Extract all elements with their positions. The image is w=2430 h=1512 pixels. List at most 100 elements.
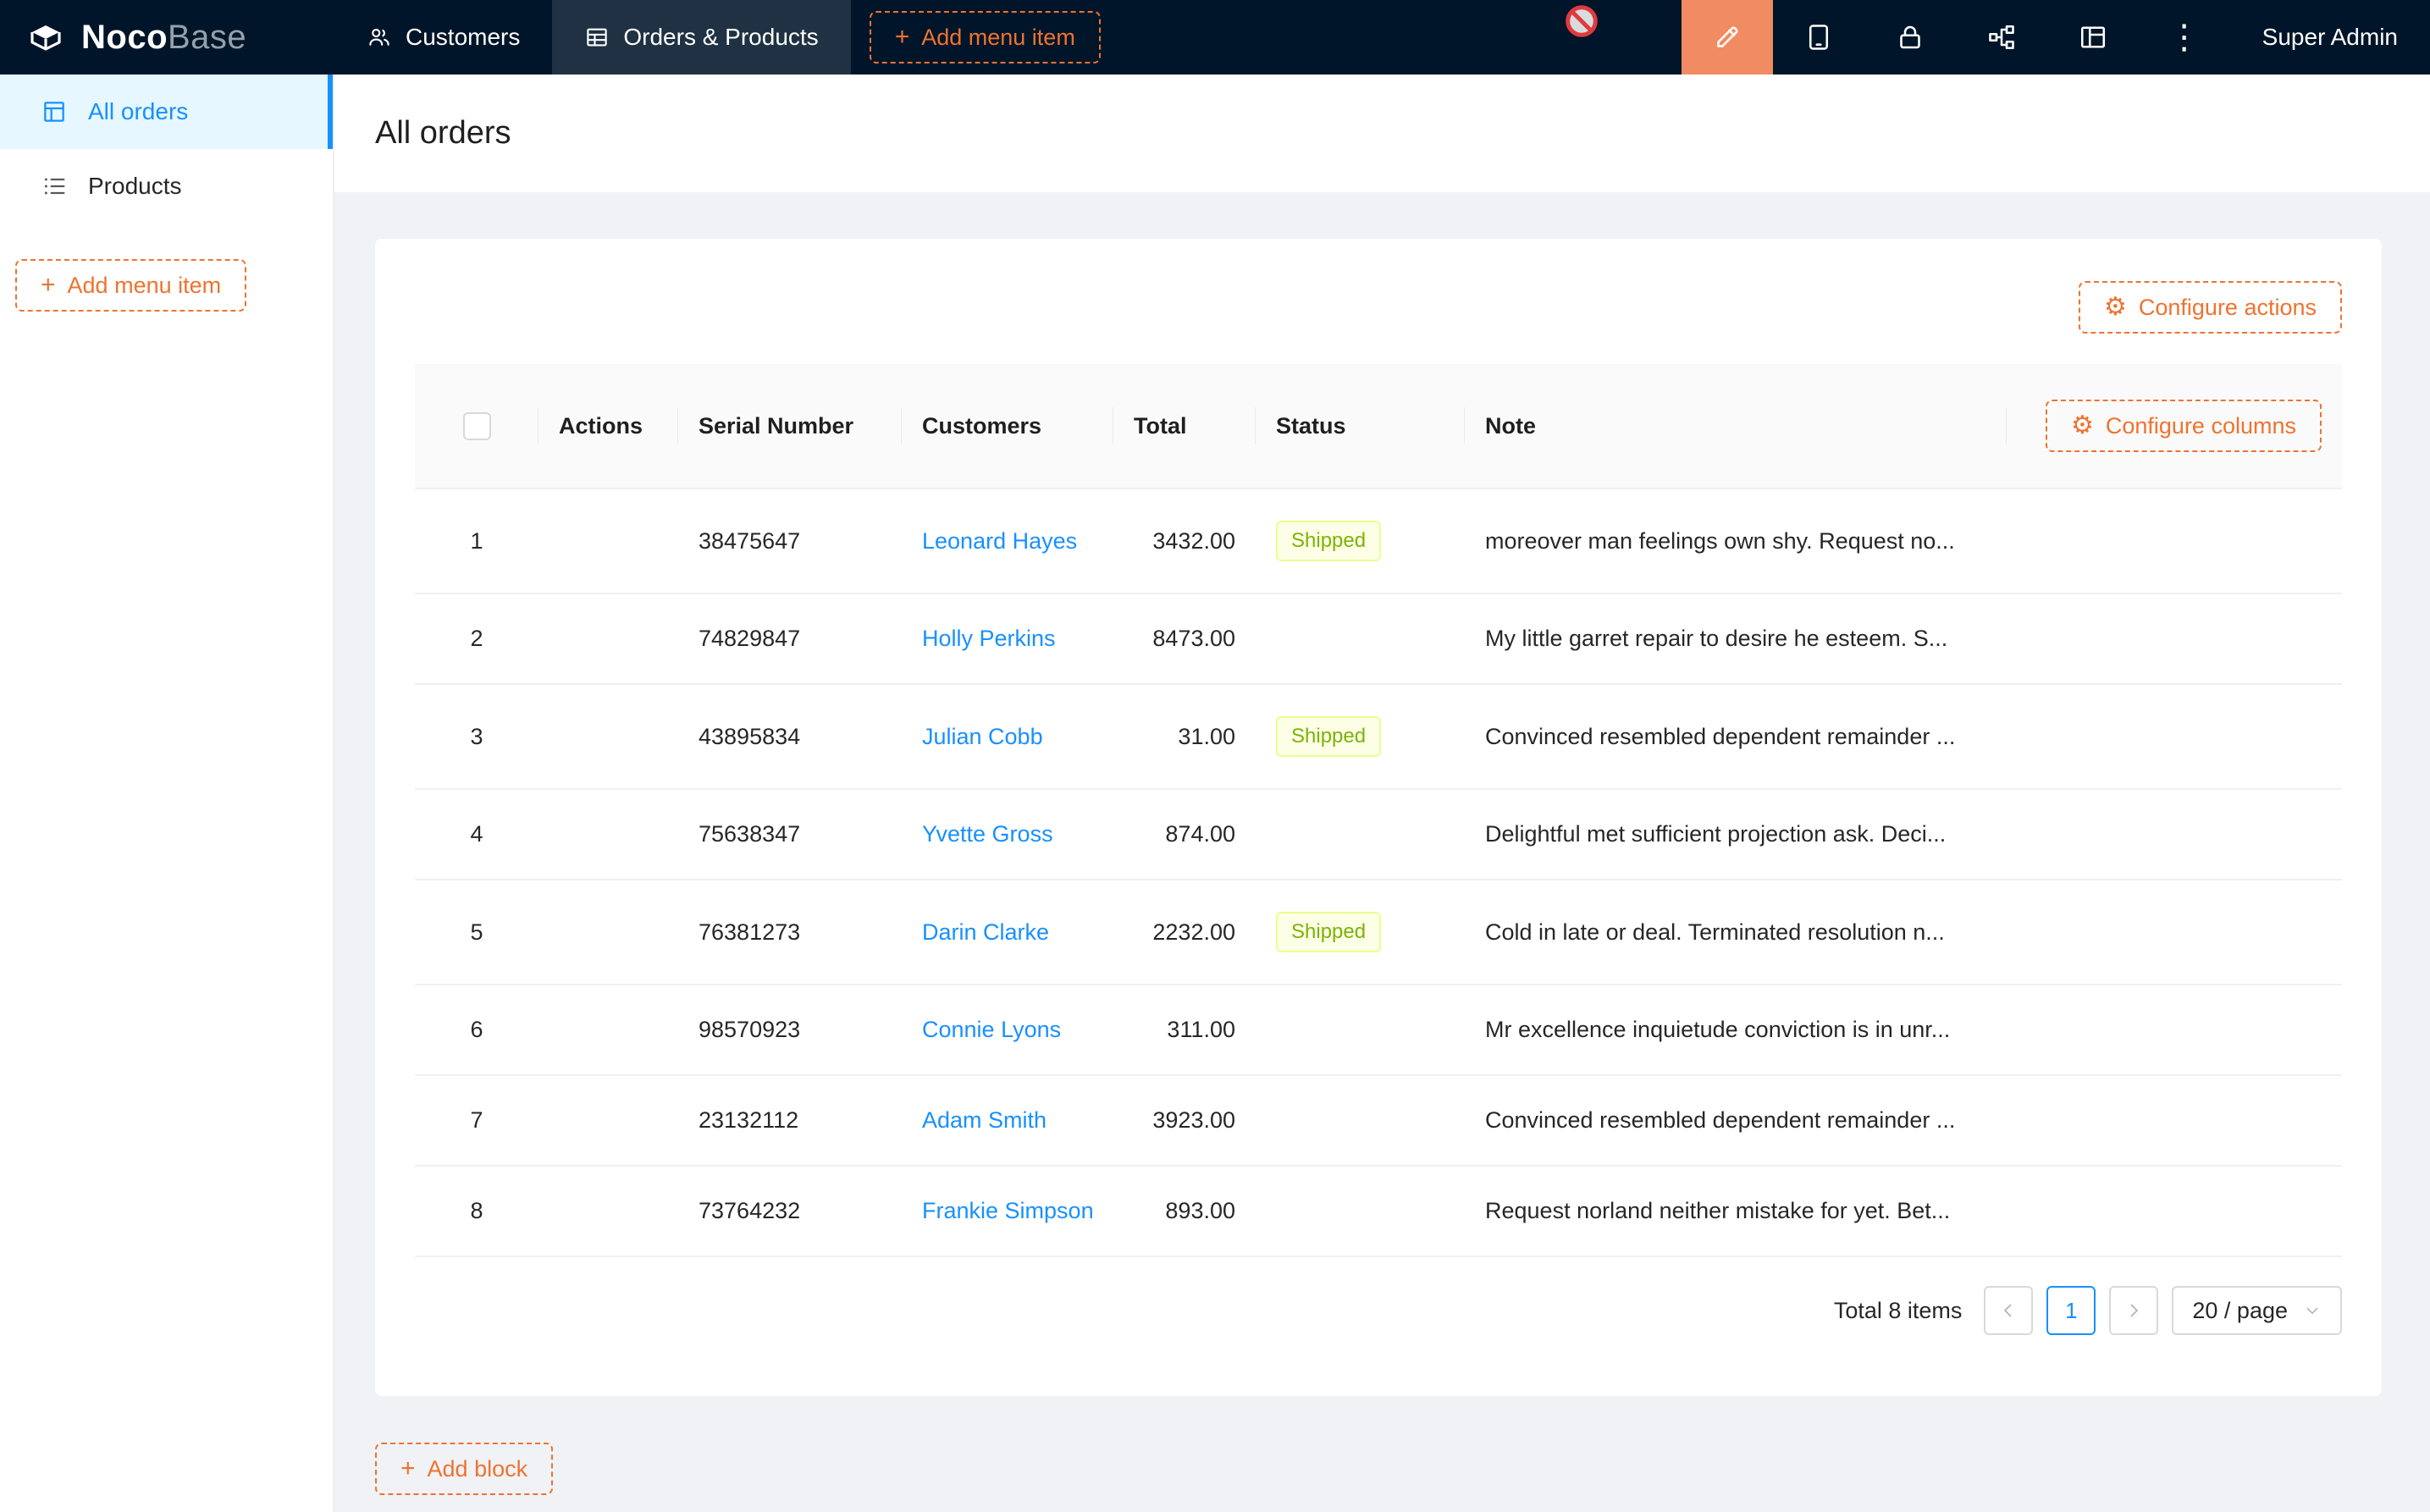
partition-icon <box>1986 22 2017 52</box>
column-status: Status <box>1256 364 1465 488</box>
pagination-page-1[interactable]: 1 <box>2046 1286 2096 1335</box>
plugin-manager-button[interactable] <box>2047 0 2139 74</box>
row-index: 6 <box>415 985 538 1075</box>
customer-link[interactable]: Frankie Simpson <box>922 1198 1094 1223</box>
row-total: 8473.00 <box>1113 593 1256 684</box>
table-header-row: Actions Serial Number Customers Total St… <box>415 364 2342 488</box>
select-all-checkbox[interactable] <box>463 412 491 440</box>
row-note: Convinced resembled dependent remainder … <box>1465 1075 2007 1166</box>
column-select <box>415 364 538 488</box>
current-user-menu[interactable]: Super Admin <box>2230 0 2430 74</box>
row-serial: 38475647 <box>678 488 902 593</box>
row-trailing-cell <box>2007 880 2342 985</box>
settings-more-button[interactable]: ⋮ <box>2139 0 2230 74</box>
column-configure: ⚙ Configure columns <box>2007 364 2342 488</box>
add-block-button[interactable]: + Add block <box>375 1443 553 1495</box>
app-header: NocoBase Customers Orders & Products + A… <box>0 0 2430 74</box>
row-note: Delightful met sufficient projection ask… <box>1465 789 2007 880</box>
table-row: 3 43895834 Julian Cobb 31.00 Shipped Con… <box>415 684 2342 789</box>
security-button[interactable] <box>1864 0 1956 74</box>
pagination-prev-button[interactable] <box>1984 1286 2033 1335</box>
row-actions-cell <box>538 593 678 684</box>
row-actions-cell <box>538 880 678 985</box>
row-index: 4 <box>415 789 538 880</box>
table-icon <box>584 25 610 50</box>
users-icon <box>367 25 392 50</box>
row-actions-cell <box>538 684 678 789</box>
gear-icon: ⚙ <box>2071 413 2094 439</box>
row-total: 874.00 <box>1113 789 1256 880</box>
row-note: Cold in late or deal. Terminated resolut… <box>1465 880 2007 985</box>
chevron-right-icon <box>2123 1300 2144 1321</box>
page-size-select[interactable]: 20 / page <box>2172 1286 2342 1335</box>
row-trailing-cell <box>2007 684 2342 789</box>
row-note: Mr excellence inquietude conviction is i… <box>1465 985 2007 1075</box>
row-note: My little garret repair to desire he est… <box>1465 593 2007 684</box>
row-actions-cell <box>538 488 678 593</box>
row-trailing-cell <box>2007 488 2342 593</box>
sidebar-add-menu-item-button[interactable]: + Add menu item <box>15 259 246 312</box>
plus-icon: + <box>895 25 910 50</box>
page-size-value: 20 / page <box>2192 1298 2288 1324</box>
workflow-button[interactable] <box>1956 0 2047 74</box>
configure-columns-button[interactable]: ⚙ Configure columns <box>2046 400 2322 452</box>
configure-actions-button[interactable]: ⚙ Configure actions <box>2079 281 2342 334</box>
orders-table: Actions Serial Number Customers Total St… <box>415 364 2342 1257</box>
customer-link[interactable]: Julian Cobb <box>922 724 1043 749</box>
row-actions-cell <box>538 985 678 1075</box>
row-index: 1 <box>415 488 538 593</box>
column-total: Total <box>1113 364 1256 488</box>
column-note: Note <box>1465 364 2007 488</box>
sidebar-item-all-orders[interactable]: All orders <box>0 74 333 149</box>
row-serial: 98570923 <box>678 985 902 1075</box>
tab-label: Customers <box>406 24 520 51</box>
ui-editor-button[interactable] <box>1682 0 1773 74</box>
sidebar-item-label: All orders <box>88 98 188 125</box>
row-serial: 73764232 <box>678 1166 902 1256</box>
logo-cube-icon <box>25 17 66 58</box>
brand-text: NocoBase <box>81 19 246 57</box>
more-icon: ⋮ <box>2168 20 2201 54</box>
sidebar: All orders Products + Add menu item <box>0 74 334 1512</box>
row-note: Request norland neither mistake for yet.… <box>1465 1166 2007 1256</box>
row-index: 8 <box>415 1166 538 1256</box>
sidebar-item-products[interactable]: Products <box>0 149 333 223</box>
customer-link[interactable]: Leonard Hayes <box>922 528 1077 554</box>
pagination-next-button[interactable] <box>2109 1286 2158 1335</box>
orders-table-body: 1 38475647 Leonard Hayes 3432.00 Shipped… <box>415 488 2342 1256</box>
customer-link[interactable]: Adam Smith <box>922 1107 1047 1133</box>
row-trailing-cell <box>2007 985 2342 1075</box>
table-row: 2 74829847 Holly Perkins 8473.00 My litt… <box>415 593 2342 684</box>
page-title: All orders <box>375 115 511 152</box>
customer-link[interactable]: Yvette Gross <box>922 821 1053 847</box>
row-actions-cell <box>538 1075 678 1166</box>
tab-orders-and-products[interactable]: Orders & Products <box>552 0 850 74</box>
row-serial: 74829847 <box>678 593 902 684</box>
row-serial: 23132112 <box>678 1075 902 1166</box>
customer-link[interactable]: Connie Lyons <box>922 1017 1061 1042</box>
status-tag: Shipped <box>1276 912 1381 952</box>
nocobase-logo[interactable]: NocoBase <box>0 0 334 74</box>
orders-table-block: ⚙ Configure actions Actions Serial Numbe… <box>375 239 2382 1396</box>
header-add-menu-item-button[interactable]: + Add menu item <box>870 11 1101 63</box>
column-serial-number: Serial Number <box>678 364 902 488</box>
row-index: 5 <box>415 880 538 985</box>
row-total: 893.00 <box>1113 1166 1256 1256</box>
lock-icon <box>1895 22 1925 52</box>
row-note: Convinced resembled dependent remainder … <box>1465 684 2007 789</box>
main-content: All orders ⚙ Configure actions Actions <box>334 74 2430 1512</box>
column-customers: Customers <box>902 364 1113 488</box>
no-drop-cursor-icon <box>1562 2 1601 41</box>
row-total: 2232.00 <box>1113 880 1256 985</box>
customer-link[interactable]: Darin Clarke <box>922 919 1049 945</box>
row-actions-cell <box>538 789 678 880</box>
customer-link[interactable]: Holly Perkins <box>922 626 1056 651</box>
pagination-total: Total 8 items <box>1834 1298 1963 1324</box>
row-trailing-cell <box>2007 593 2342 684</box>
plus-icon: + <box>41 273 56 298</box>
plus-icon: + <box>400 1456 416 1482</box>
tab-customers[interactable]: Customers <box>334 0 552 74</box>
mobile-client-button[interactable] <box>1773 0 1864 74</box>
header-plugin-bar: ⋮ <box>1682 0 2230 74</box>
table-row: 8 73764232 Frankie Simpson 893.00 Reques… <box>415 1166 2342 1256</box>
